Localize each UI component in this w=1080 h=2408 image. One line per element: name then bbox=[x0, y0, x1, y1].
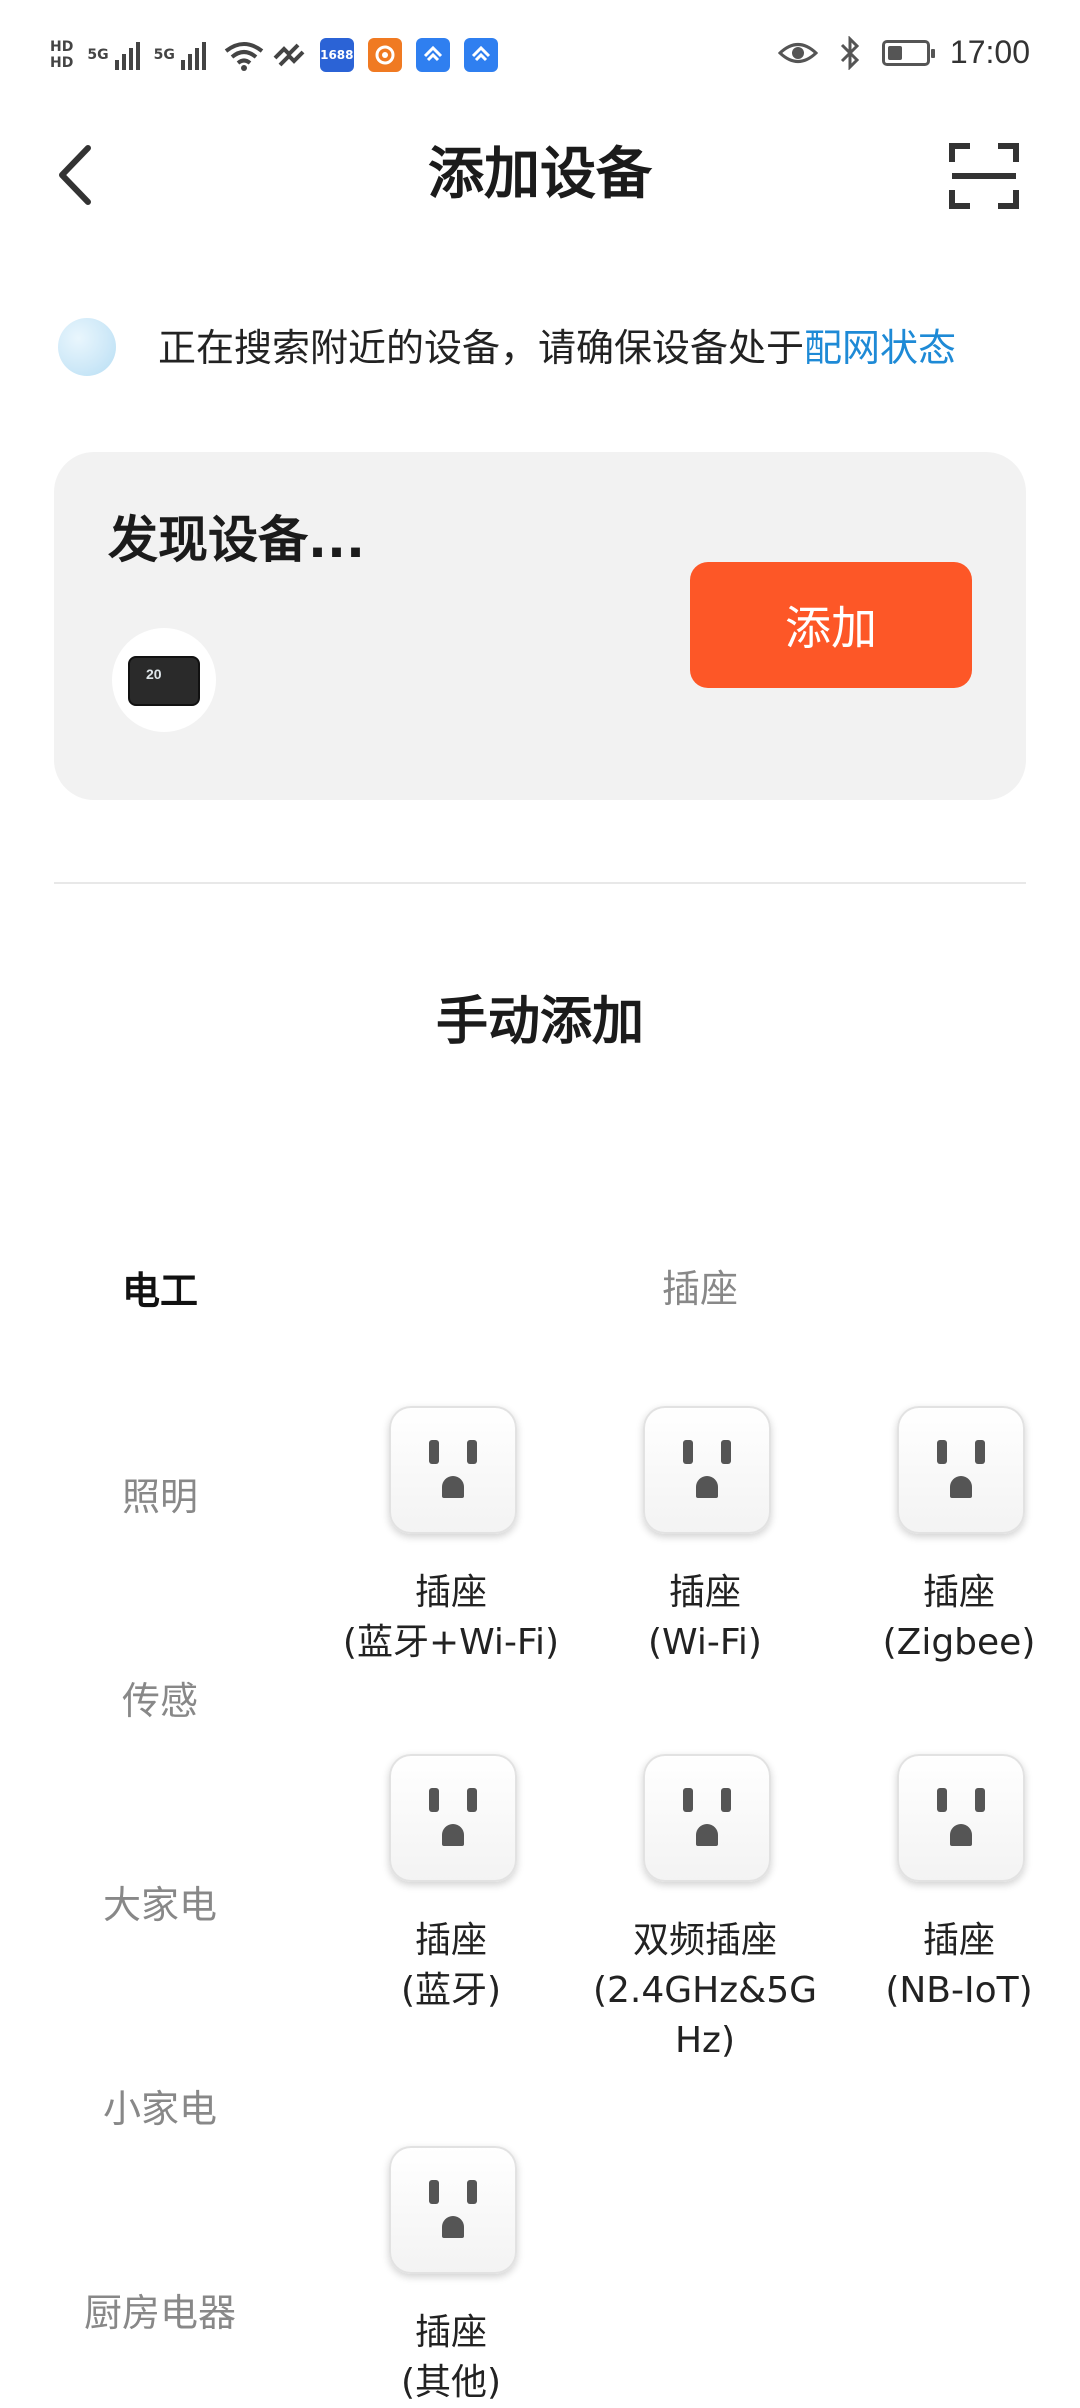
add-device-button[interactable]: 添加 bbox=[690, 562, 972, 688]
discovery-title: 发现设备... bbox=[108, 511, 365, 569]
device-label-line1: 插座 bbox=[414, 2312, 487, 2353]
category-item-kitchen[interactable]: 厨房电器 bbox=[50, 2288, 270, 2338]
network-type-1: 5G bbox=[87, 47, 109, 63]
category-item-sensor[interactable]: 传感 bbox=[50, 1676, 270, 1726]
device-reading: 20 bbox=[146, 666, 162, 682]
app-taobao-icon bbox=[367, 38, 402, 72]
socket-icon bbox=[389, 1754, 517, 1882]
device-label-line2: (2.4GHz&5G bbox=[592, 1970, 818, 2011]
status-left: HD HD 5G 5G 1688 bbox=[50, 38, 498, 72]
device-label-line2: (NB-IoT) bbox=[885, 1970, 1033, 2011]
device-label-line2: (其他) bbox=[400, 2362, 502, 2403]
hd-indicator: HD HD bbox=[50, 39, 73, 71]
page-title: 添加设备 bbox=[428, 142, 652, 207]
status-bar: HD HD 5G 5G 1688 17:00 bbox=[0, 0, 1080, 120]
device-label: 插座 (Zigbee) bbox=[832, 1568, 1080, 1668]
app-blue-icon bbox=[415, 38, 450, 72]
signal-icon bbox=[114, 40, 140, 70]
hd-label-top: HD bbox=[50, 39, 74, 55]
scan-icon[interactable] bbox=[948, 140, 1020, 212]
category-item-lighting[interactable]: 照明 bbox=[50, 1472, 270, 1522]
vpn-icon bbox=[273, 43, 305, 67]
signal-icon-2 bbox=[180, 40, 206, 70]
section-label-socket: 插座 bbox=[661, 1267, 738, 1311]
device-label-line1: 插座 bbox=[922, 1920, 995, 1961]
battery-icon bbox=[881, 39, 935, 66]
category-item-small-appliance[interactable]: 小家电 bbox=[50, 2084, 270, 2134]
socket-icon bbox=[389, 2146, 517, 2274]
status-right: 17:00 bbox=[777, 34, 1030, 71]
wifi-icon bbox=[224, 42, 264, 71]
hd-label-bottom: HD bbox=[50, 55, 74, 71]
app-1688-icon: 1688 bbox=[319, 38, 354, 72]
device-label-line2: (Wi-Fi) bbox=[648, 1622, 762, 1663]
divider bbox=[54, 882, 1026, 884]
device-label-line2: (蓝牙+Wi-Fi) bbox=[342, 1622, 560, 1663]
clock: 17:00 bbox=[949, 34, 1030, 70]
device-screen: 20 bbox=[128, 656, 200, 706]
device-label-line1: 双频插座 bbox=[632, 1920, 777, 1961]
socket-icon bbox=[897, 1406, 1025, 1534]
app-blue2-icon bbox=[463, 38, 498, 72]
bluetooth-icon bbox=[840, 35, 860, 70]
device-label: 插座 (蓝牙+Wi-Fi) bbox=[324, 1568, 578, 1668]
searching-spinner-icon bbox=[58, 318, 116, 376]
device-label: 插座 (蓝牙) bbox=[324, 1916, 578, 2016]
device-label: 插座 (其他) bbox=[324, 2308, 578, 2408]
search-status-text: 正在搜索附近的设备，请确保设备处于 bbox=[158, 326, 805, 370]
socket-icon bbox=[897, 1754, 1025, 1882]
network-type-2: 5G bbox=[153, 47, 175, 63]
category-item-major-appliance[interactable]: 大家电 bbox=[50, 1880, 270, 1930]
socket-icon bbox=[389, 1406, 517, 1534]
device-label: 插座 (NB-IoT) bbox=[832, 1916, 1080, 2016]
device-label-line1: 插座 bbox=[414, 1920, 487, 1961]
manual-add-title: 手动添加 bbox=[435, 992, 644, 1052]
socket-icon bbox=[643, 1406, 771, 1534]
pairing-mode-link[interactable]: 配网状态 bbox=[804, 326, 956, 370]
discovered-device-icon: 20 bbox=[112, 628, 216, 732]
device-label: 插座 (Wi-Fi) bbox=[578, 1568, 832, 1668]
device-label-line1: 插座 bbox=[668, 1572, 741, 1613]
device-label-line1: 插座 bbox=[414, 1572, 487, 1613]
device-label-line2: (蓝牙) bbox=[400, 1970, 502, 2011]
device-label-line3: Hz) bbox=[674, 2020, 735, 2061]
search-status: 正在搜索附近的设备，请确保设备处于配网状态 bbox=[158, 322, 956, 374]
socket-icon bbox=[643, 1754, 771, 1882]
device-label-line1: 插座 bbox=[922, 1572, 995, 1613]
category-item-electrical[interactable]: 电工 bbox=[50, 1266, 270, 1316]
eye-icon bbox=[777, 42, 818, 63]
device-label: 双频插座 (2.4GHz&5G Hz) bbox=[578, 1916, 832, 2066]
device-label-line2: (Zigbee) bbox=[882, 1622, 1036, 1663]
